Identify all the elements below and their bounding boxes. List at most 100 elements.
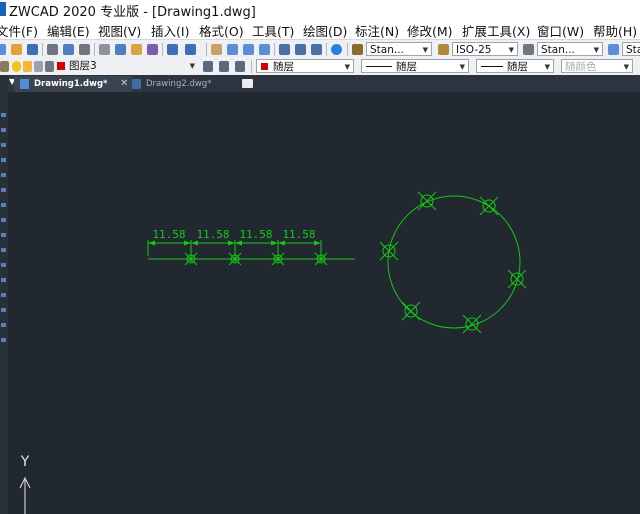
redo-icon[interactable] [185,44,196,55]
menu-extension-tools[interactable]: 扩展工具(X) [462,21,530,40]
dimension-arrowhead [184,240,191,246]
make-current-layer-icon[interactable] [203,61,213,72]
print-preview-icon[interactable] [63,44,74,55]
zoom-previous-icon[interactable] [259,44,270,55]
text-tool-icon[interactable] [1,308,6,312]
layer-unlock-icon[interactable] [34,61,43,72]
point-marker [271,252,285,266]
line-tool-icon[interactable] [1,113,6,117]
layer-select[interactable]: 图层3 ▼ [66,59,198,73]
point-marker [507,269,527,289]
layer-previous-icon[interactable] [219,61,229,72]
mtext-tool-icon[interactable] [1,323,6,327]
region-tool-icon[interactable] [1,278,6,282]
cut-icon[interactable] [99,44,110,55]
color-select[interactable]: 随层 ▼ [256,59,354,73]
point-marker [228,252,242,266]
multileader-style-select[interactable]: Stan... [622,42,640,56]
dim-style-select[interactable]: ISO-25 ▼ [452,42,518,56]
menu-format[interactable]: 格式(O) [199,21,244,40]
dimension-arrowhead [235,240,242,246]
undo-icon[interactable] [167,44,178,55]
polyline-tool-icon[interactable] [1,128,6,132]
toolbar-separator [251,60,252,73]
menu-insert[interactable]: 插入(I) [151,21,189,40]
zoom-window-icon[interactable] [243,44,254,55]
print-icon[interactable] [47,44,58,55]
point-tool-icon[interactable] [1,248,6,252]
table-style-value: Stan... [541,44,575,56]
standard-toolbar: Stan... ▼ ISO-25 ▼ Stan... ▼ Stan... [0,39,640,60]
zoom-realtime-icon[interactable] [227,44,238,55]
multileader-style-value: Stan... [626,44,640,56]
dimension-arrowhead [228,240,235,246]
arc-tool-icon[interactable] [1,143,6,147]
chevron-down-icon: ▼ [508,46,514,54]
menu-bar: 文件(F) 编辑(E) 视图(V) 插入(I) 格式(O) 工具(T) 绘图(D… [0,19,640,39]
rectangle-tool-icon[interactable] [1,173,6,177]
text-style-select[interactable]: Stan... ▼ [366,42,432,56]
paste-icon[interactable] [131,44,142,55]
dimension-arrowhead [191,240,198,246]
new-file-icon[interactable] [0,44,6,55]
point-marker [462,314,482,334]
properties-icon[interactable] [279,44,290,55]
new-tab-icon[interactable] [242,79,253,88]
table-tool-icon[interactable] [1,293,6,297]
layer-states-icon[interactable] [235,61,245,72]
save-icon[interactable] [27,44,38,55]
table-style-select[interactable]: Stan... ▼ [537,42,603,56]
toolbar-separator [206,43,207,56]
zwcad-logo-icon [0,2,6,16]
dim-style-value: ISO-25 [456,44,492,56]
tool-palette-icon[interactable] [311,44,322,55]
spline-tool-icon[interactable] [1,203,6,207]
design-center-icon[interactable] [295,44,306,55]
linetype-select[interactable]: 随层 ▼ [361,59,469,73]
chevron-down-icon: ▼ [623,63,629,71]
dimension-arrowhead [278,240,285,246]
menu-file[interactable]: 文件(F) [0,21,38,40]
polygon-tool-icon[interactable] [1,188,6,192]
layer-thaw-sun-icon[interactable] [23,61,32,72]
window-title: ZWCAD 2020 专业版 - [Drawing1.dwg] [9,5,256,20]
drawing-canvas[interactable]: 11.58 11.58 11.58 11.58 Y [8,92,640,514]
plot-style-select[interactable]: 随颜色 ▼ [561,59,633,73]
circle-tool-icon[interactable] [1,158,6,162]
open-file-icon[interactable] [11,44,22,55]
title-bar: ZWCAD 2020 专业版 - [Drawing1.dwg] [0,0,640,20]
layer-manager-icon[interactable] [0,61,9,72]
menu-view[interactable]: 视图(V) [98,21,141,40]
chevron-down-icon: ▼ [544,63,550,71]
add-selected-icon[interactable] [1,338,6,342]
pan-icon[interactable] [211,44,222,55]
layer-on-bulb-icon[interactable] [12,61,21,72]
point-marker [417,191,437,211]
lineweight-value: 随层 [507,61,528,73]
menu-modify[interactable]: 修改(M) [407,21,453,40]
copy-icon[interactable] [115,44,126,55]
menu-tools[interactable]: 工具(T) [252,21,294,40]
help-icon[interactable] [331,44,342,55]
match-properties-icon[interactable] [147,44,158,55]
menu-dimension[interactable]: 标注(N) [355,21,399,40]
insert-block-icon[interactable] [1,233,6,237]
point-marker [184,252,198,266]
ellipse-tool-icon[interactable] [1,218,6,222]
layer-color-swatch-icon [57,62,65,70]
layer-plot-icon[interactable] [45,61,54,72]
menu-draw[interactable]: 绘图(D) [303,21,347,40]
dimension-arrowhead [314,240,321,246]
tab-drawing1[interactable]: Drawing1.dwg* ✕ [14,76,132,92]
menu-window[interactable]: 窗口(W) [537,21,584,40]
plot-icon[interactable] [79,44,90,55]
lineweight-select[interactable]: 随层 ▼ [476,59,554,73]
hatch-tool-icon[interactable] [1,263,6,267]
menu-help[interactable]: 帮助(H) [593,21,637,40]
tab-drawing2[interactable]: Drawing2.dwg* [126,76,236,92]
dimension-arrowhead [271,240,278,246]
drawing-file-icon [20,79,29,89]
point-marker [379,241,399,261]
menu-edit[interactable]: 编辑(E) [47,21,90,40]
text-style-icon [352,44,363,55]
